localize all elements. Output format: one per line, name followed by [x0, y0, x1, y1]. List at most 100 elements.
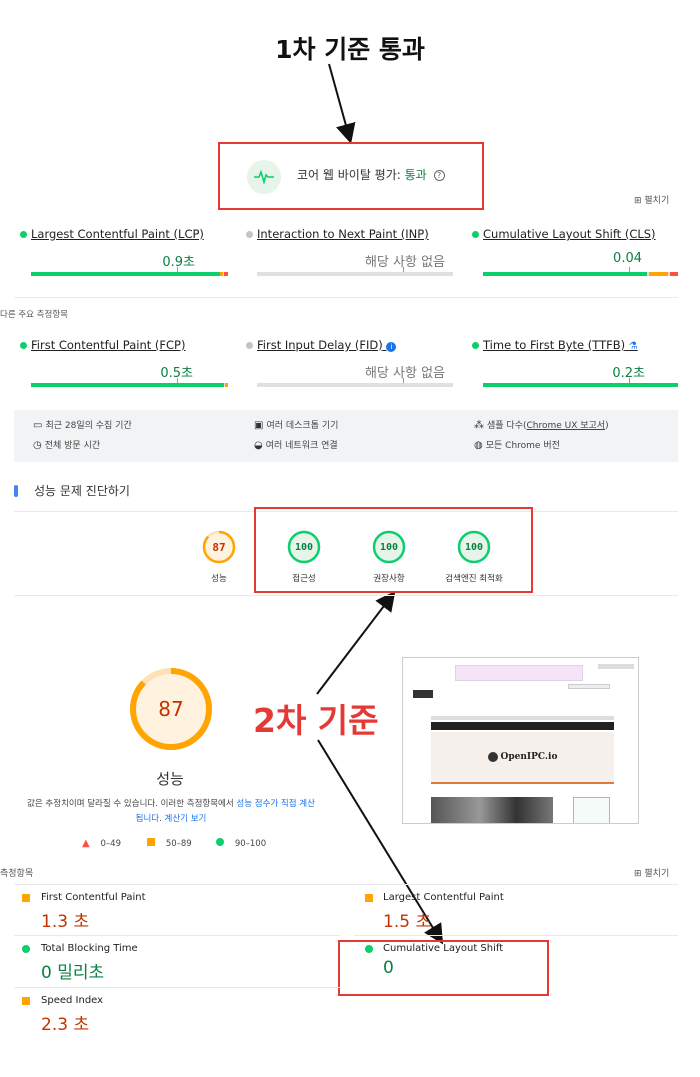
- score-label: 성능: [211, 574, 227, 584]
- metric-fcp-link[interactable]: First Contentful Paint (FCP): [31, 338, 185, 352]
- info-network-text: 여러 네트워크 연결: [265, 441, 338, 451]
- metric-cls-bar: [483, 267, 678, 276]
- wifi-icon: ◒: [254, 440, 263, 451]
- info-desktop-devices-text: 여러 데스크톱 기기: [266, 421, 339, 431]
- screenshot-logo-text: OpenIPC.io: [500, 752, 558, 762]
- info-full-visit: ◷ 전체 방문 시간: [33, 438, 100, 451]
- score-value: 100: [294, 541, 314, 553]
- cwv-assessment: 코어 웹 바이탈 평가: 통과 ?: [297, 166, 445, 183]
- status-good-icon: [20, 342, 27, 349]
- metric-ttfb-label: Time to First Byte (TTFB): [483, 338, 626, 352]
- score-label: 검색엔진 최적화: [445, 574, 503, 584]
- metric-lcp-bar: [31, 267, 228, 276]
- lab-data-icon: [14, 485, 18, 497]
- metric-ttfb-value: 0.2초: [612, 366, 645, 381]
- info-collection-period-text: 최근 28일의 수집 기간: [45, 421, 132, 431]
- performance-note: 값은 추정치이며 달라질 수 있습니다. 이러한 측정항목에서 성능 점수가 직…: [26, 797, 316, 827]
- score-value: 100: [464, 541, 484, 553]
- help-icon[interactable]: ?: [433, 170, 445, 181]
- lab-metric-value: 1.5 초: [383, 912, 432, 932]
- lab-metric-name: Speed Index: [41, 995, 104, 1006]
- triangle-icon: ▲: [82, 838, 90, 849]
- performance-score: 87: [158, 697, 184, 721]
- metric-inp-link[interactable]: Interaction to Next Paint (INP): [257, 227, 429, 241]
- legend-average: 50–89: [147, 838, 192, 849]
- info-desktop-devices: ▣ 여러 데스크톱 기기: [254, 418, 338, 431]
- score-gauge-best-practices[interactable]: 100: [372, 530, 406, 564]
- timer-icon: ◷: [33, 440, 42, 451]
- lab-metric-value: 2.3 초: [41, 1015, 90, 1035]
- expand-icon: ⊞: [634, 196, 645, 206]
- calculator-link[interactable]: 계산기 보기: [165, 814, 207, 824]
- performance-gauge-large: 87: [128, 666, 214, 752]
- lab-metrics-heading: 측정항목: [0, 869, 34, 879]
- status-average-icon: [22, 997, 30, 1005]
- score-gauge-performance[interactable]: 87: [202, 530, 236, 564]
- flask-icon: ⚗: [628, 341, 638, 352]
- divider: [14, 987, 340, 988]
- metric-ttfb-bar: [483, 378, 678, 387]
- expand-toggle-cwv[interactable]: ⊞ 펼치기: [634, 193, 669, 206]
- square-icon: [147, 838, 155, 846]
- chrome-icon: ◍: [474, 440, 483, 451]
- expand-label: 펼치기: [644, 196, 670, 206]
- lab-metric-name: Cumulative Layout Shift: [383, 943, 504, 954]
- info-chrome-versions-text: 모든 Chrome 버전: [485, 441, 560, 451]
- info-samples: ⁂ 샘플 다수(Chrome UX 보고서): [474, 418, 609, 431]
- score-label: 권장사항: [373, 574, 405, 584]
- status-good-icon: [472, 231, 479, 238]
- lab-metric-name: First Contentful Paint: [41, 892, 146, 903]
- info-network: ◒ 여러 네트워크 연결: [254, 438, 338, 451]
- arrow-to-cwv: [328, 63, 356, 144]
- metric-inp-bar: [257, 267, 453, 276]
- metric-fid-link[interactable]: First Input Delay (FID) i: [257, 338, 397, 352]
- expand-toggle-lab[interactable]: ⊞ 펼치기: [634, 866, 669, 879]
- score-value: 87: [212, 540, 226, 554]
- metric-ttfb-link[interactable]: Time to First Byte (TTFB) ⚗: [483, 338, 638, 352]
- metric-lcp-value: 0.9초: [162, 255, 195, 270]
- info-full-visit-text: 전체 방문 시간: [44, 441, 101, 451]
- legend-fail: ▲ 0–49: [82, 838, 121, 849]
- lab-metric-value: 0: [383, 958, 394, 978]
- info-collection-period: ▭ 최근 28일의 수집 기간: [33, 418, 132, 431]
- expand-label: 펼치기: [644, 869, 670, 879]
- status-na-icon: [246, 342, 253, 349]
- info-icon[interactable]: i: [386, 342, 397, 352]
- divider: [14, 884, 678, 885]
- metric-fid-label: First Input Delay (FID): [257, 338, 383, 352]
- metric-lcp-link[interactable]: Largest Contentful Paint (LCP): [31, 227, 204, 241]
- cwv-assessment-label: 코어 웹 바이탈 평가:: [297, 168, 401, 182]
- legend-range: 50–89: [165, 839, 192, 849]
- page-screenshot: OpenIPC.io: [402, 657, 639, 824]
- lab-metric-value: 1.3 초: [41, 912, 90, 932]
- status-good-icon: [472, 342, 479, 349]
- legend-range: 90–100: [234, 839, 267, 849]
- note-text: 값은 추정치이며 달라질 수 있습니다. 이러한 측정항목에서: [27, 799, 237, 809]
- circle-icon: [216, 838, 224, 846]
- expand-icon: ⊞: [634, 869, 645, 879]
- legend-range: 0–49: [100, 839, 121, 849]
- pulse-icon: [247, 160, 281, 194]
- diagnose-heading: 성능 문제 진단하기: [34, 484, 130, 498]
- arrow-to-scores: [316, 590, 396, 695]
- status-good-icon: [20, 231, 27, 238]
- info-samples-suffix: ): [605, 421, 609, 431]
- score-label: 접근성: [292, 574, 316, 584]
- users-icon: ⁂: [474, 420, 484, 431]
- crux-report-link[interactable]: Chrome UX 보고서: [527, 421, 606, 431]
- divider: [14, 297, 678, 298]
- metric-cls-value: 0.04: [613, 251, 642, 266]
- score-gauge-accessibility[interactable]: 100: [287, 530, 321, 564]
- score-gauge-seo[interactable]: 100: [457, 530, 491, 564]
- lab-metric-name: Total Blocking Time: [41, 943, 138, 954]
- annotation-title-2: 2차 기준: [253, 701, 379, 740]
- metric-fid-bar: [257, 378, 453, 387]
- calendar-icon: ▭: [33, 420, 43, 431]
- performance-label: 성능: [156, 770, 184, 788]
- metric-cls-link[interactable]: Cumulative Layout Shift (CLS): [483, 227, 656, 241]
- other-metrics-heading: 다른 주요 측정항목: [0, 310, 68, 320]
- info-samples-prefix: 샘플 다수(: [487, 421, 527, 431]
- legend-pass: 90–100: [216, 838, 266, 849]
- metric-fid-value: 해당 사항 없음: [364, 366, 445, 381]
- status-na-icon: [246, 231, 253, 238]
